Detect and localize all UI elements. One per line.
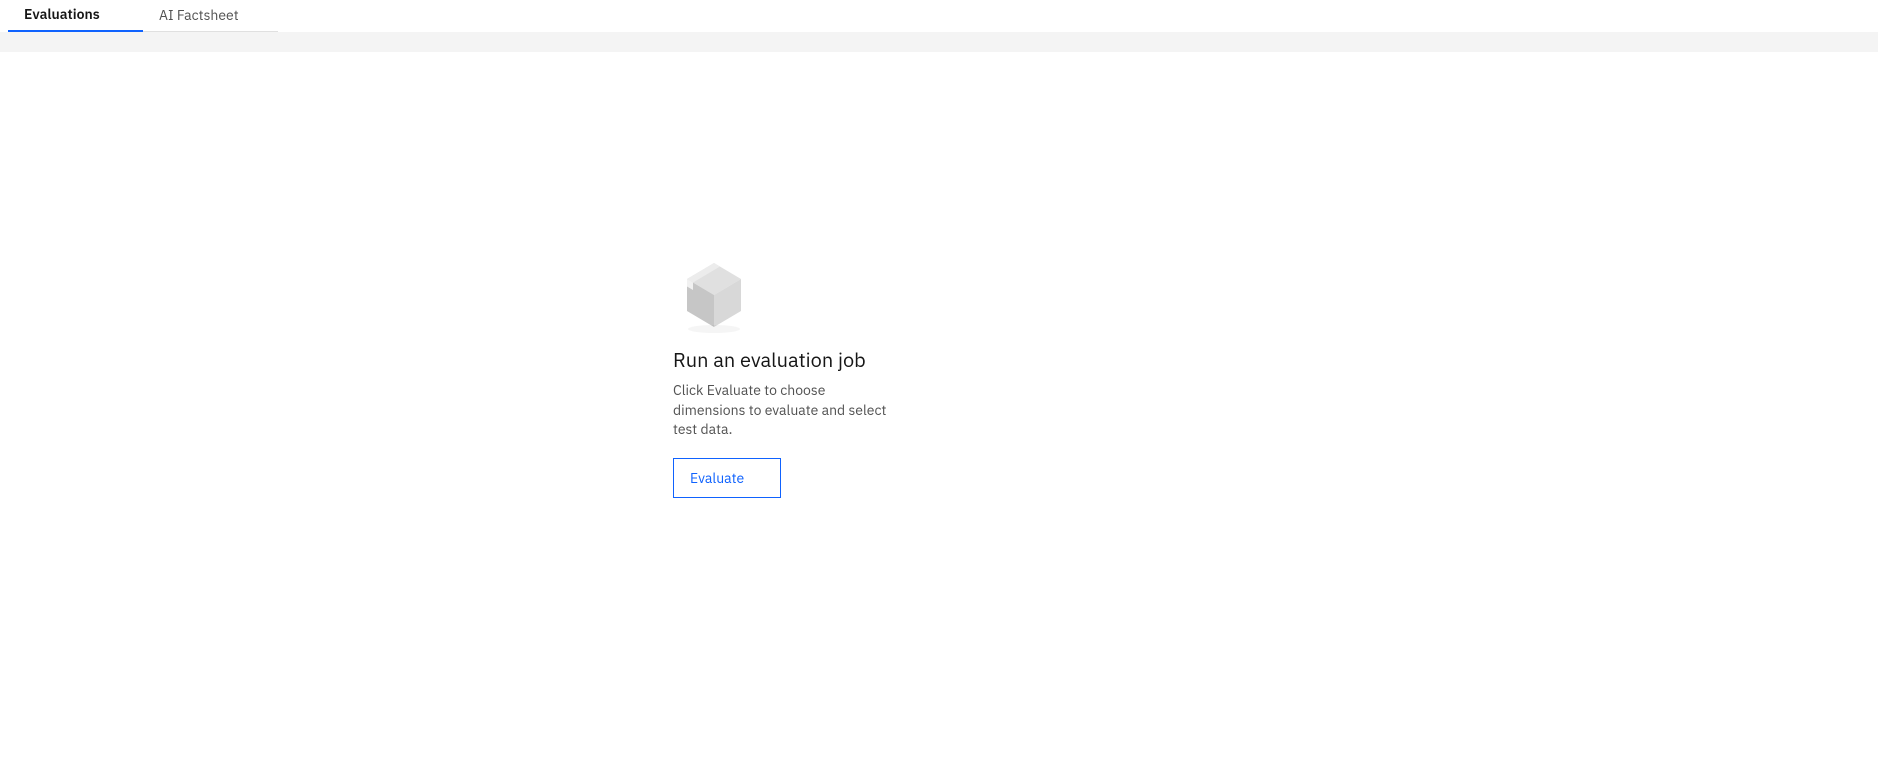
evaluate-button[interactable]: Evaluate xyxy=(673,458,781,498)
box-icon xyxy=(673,257,933,339)
tabs-row: Evaluations AI Factsheet xyxy=(0,0,1878,32)
tab-ai-factsheet[interactable]: AI Factsheet xyxy=(143,0,278,32)
content-area: Run an evaluation job Click Evaluate to … xyxy=(0,52,1878,752)
empty-state-heading: Run an evaluation job xyxy=(673,347,933,373)
divider-band xyxy=(0,32,1878,52)
empty-state: Run an evaluation job Click Evaluate to … xyxy=(673,257,933,498)
tab-evaluations[interactable]: Evaluations xyxy=(8,0,143,32)
empty-state-description: Click Evaluate to choose dimensions to e… xyxy=(673,381,888,440)
